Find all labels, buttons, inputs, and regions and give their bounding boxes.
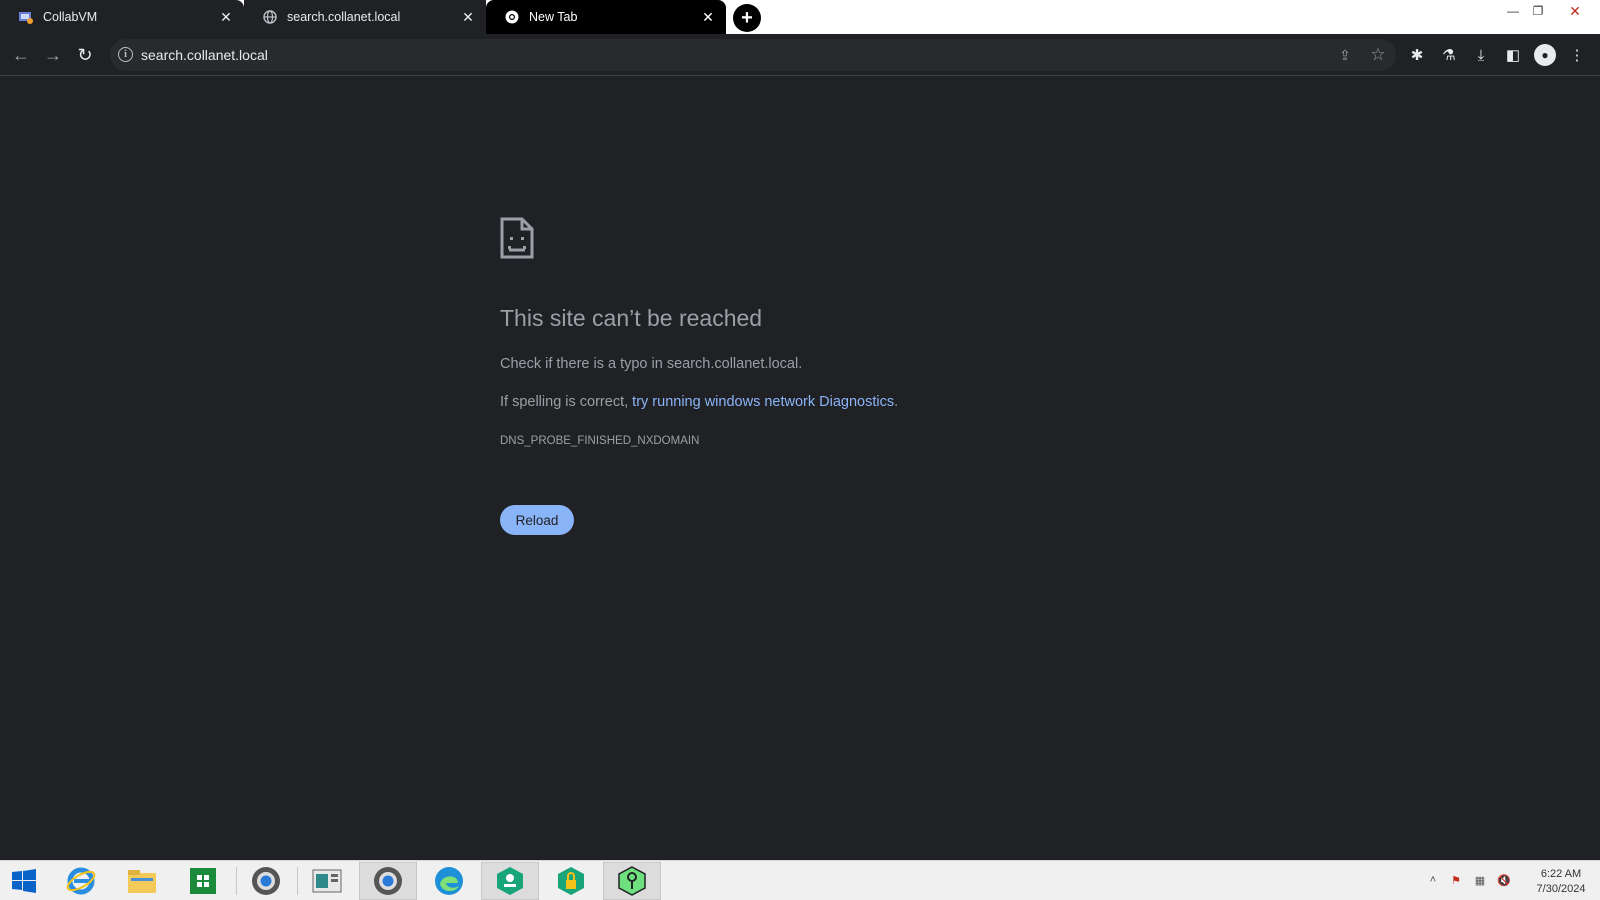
show-hidden-icons-chevron-icon[interactable]: ˄ [1424,871,1442,889]
download-icon[interactable]: ⤓ [1470,44,1492,66]
security-lock-icon[interactable] [542,862,600,900]
tab-strip: CollabVM ✕ search.collanet.local ✕ New T… [0,0,1600,34]
back-arrow-icon[interactable]: ← [9,43,33,67]
share-icon[interactable]: ⇪ [1336,46,1354,64]
labs-flask-icon[interactable]: ⚗ [1438,44,1460,66]
menu-kebab-icon[interactable]: ⋮ [1566,44,1588,66]
bookmark-star-icon[interactable]: ☆ [1368,45,1388,65]
network-icon[interactable]: ▦ [1471,871,1489,889]
browser-toolbar: ← → ↻ i search.collanet.local ⇪ ☆ ✱ ⚗ ⤓ … [0,34,1600,76]
windows-start-icon[interactable] [0,862,53,900]
error-typo-hint: Check if there is a typo in search.colla… [500,356,803,372]
profile-avatar-icon[interactable]: ● [1534,44,1556,66]
chrome-taskbar-icon[interactable] [237,862,295,900]
diagnostics-prefix: If spelling is correct, [500,394,633,410]
close-icon[interactable]: ✕ [218,9,234,25]
globe-icon [262,9,278,25]
url-text[interactable]: search.collanet.local [141,47,268,63]
keys-icon[interactable] [603,862,661,900]
tab-new-tab[interactable]: New Tab ✕ [486,0,726,34]
clock-date: 7/30/2024 [1536,883,1586,895]
side-panel-icon[interactable]: ◧ [1502,44,1524,66]
store-icon[interactable] [174,862,232,900]
tab-title: CollabVM [43,10,98,24]
chrome-active-taskbar-icon[interactable] [359,862,417,900]
minimize-icon[interactable]: — [1500,0,1526,22]
action-center-flag-icon[interactable]: ⚑ [1447,871,1465,889]
vpn-icon[interactable] [481,862,539,900]
clock-time: 6:22 AM [1540,868,1582,880]
reload-button[interactable]: Reload [500,505,574,535]
extensions-puzzle-icon[interactable]: ✱ [1406,44,1428,66]
control-panel-icon[interactable] [298,862,356,900]
collabvm-icon [18,9,34,25]
restore-icon[interactable]: ❐ [1525,0,1551,22]
diagnostics-link[interactable]: try running windows network Diagnostics [632,394,894,410]
close-icon[interactable]: ✕ [700,9,716,25]
window-close-icon[interactable]: ✕ [1562,0,1588,22]
error-diagnostics-hint: If spelling is correct, try running wind… [500,394,898,410]
error-title: This site can’t be reached [500,305,763,331]
info-icon[interactable]: i [118,47,133,62]
tab-title: New Tab [529,10,578,24]
system-clock[interactable]: 6:22 AM 7/30/2024 [1526,867,1596,897]
internet-explorer-icon[interactable] [52,862,110,900]
sad-page-icon [500,217,534,264]
error-code: DNS_PROBE_FINISHED_NXDOMAIN [500,435,700,447]
tab-search-collanet[interactable]: search.collanet.local ✕ [244,0,486,34]
volume-muted-icon[interactable]: 🔇 [1495,871,1513,889]
taskbar: ˄ ⚑ ▦ 🔇 6:22 AM 7/30/2024 [0,860,1600,900]
chrome-icon [504,9,520,25]
new-tab-button[interactable]: + [733,4,761,32]
close-icon[interactable]: ✕ [460,9,476,25]
reload-icon[interactable]: ↻ [73,43,97,67]
diagnostics-suffix: . [894,394,899,410]
error-page: This site can’t be reached Check if ther… [0,77,1600,860]
file-explorer-icon[interactable] [113,862,171,900]
tab-title: search.collanet.local [287,10,401,24]
address-bar[interactable]: i search.collanet.local ⇪ ☆ [110,39,1396,71]
edge-icon[interactable] [420,862,478,900]
tab-collabvm[interactable]: CollabVM ✕ [0,0,244,34]
forward-arrow-icon[interactable]: → [41,43,65,67]
